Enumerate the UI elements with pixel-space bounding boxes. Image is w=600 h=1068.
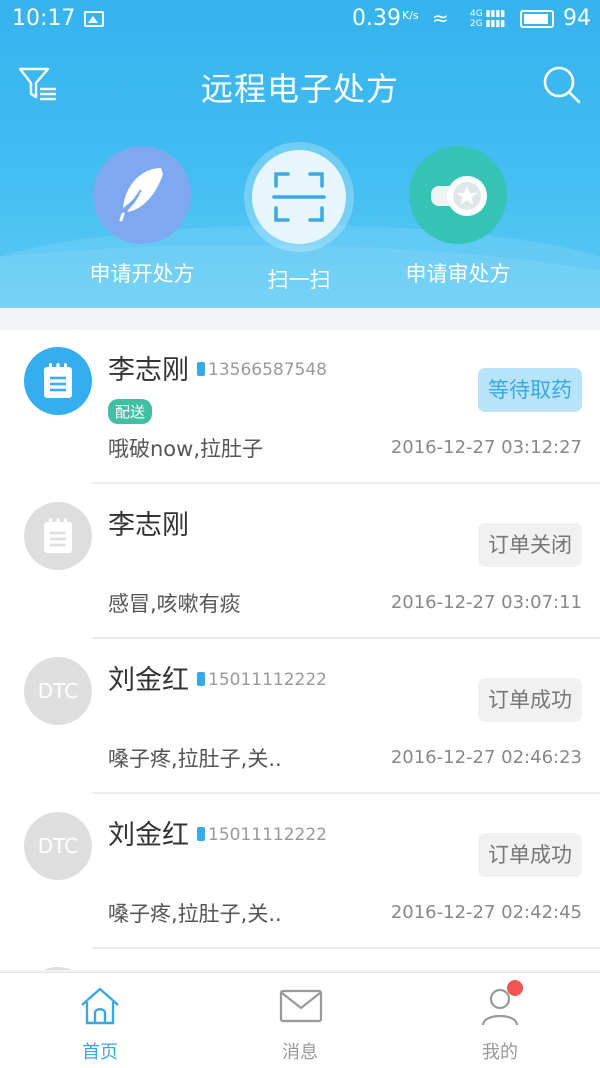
order-status-button[interactable]: 订单成功 — [478, 678, 582, 722]
patient-phone: 13566587548 — [197, 360, 327, 380]
order-time: 2016-12-27 03:12:27 — [390, 437, 582, 458]
patient-name: 李志刚 — [108, 510, 189, 541]
patient-name: 刘金红 — [108, 665, 189, 696]
tab-messages[interactable]: 消息 — [200, 973, 400, 1068]
avatar — [24, 502, 92, 570]
avatar — [24, 347, 92, 415]
order-status-button[interactable]: 等待取药 — [478, 368, 582, 412]
battery-icon — [520, 10, 554, 28]
phone-icon — [197, 362, 205, 376]
avatar — [24, 967, 92, 970]
network-speed: 0.39 — [352, 6, 401, 31]
avatar: DTC — [24, 812, 92, 880]
scan-label: 扫一扫 — [267, 268, 331, 292]
signal-icon: 4G ▮▮▮▮ 2G ▮▮▮▮ — [470, 9, 506, 29]
list-item[interactable]: DTC 刘金红 15011112222 订单成功 嗓子疼,拉肚子,关.. 201… — [0, 795, 600, 949]
phone-number: 13566587548 — [208, 360, 327, 380]
tab-home-label: 首页 — [82, 1042, 118, 1063]
phone-number: 15011112222 — [208, 670, 327, 690]
divider — [92, 792, 600, 794]
wifi-icon: ≈ — [432, 6, 449, 30]
divider — [92, 947, 600, 949]
scan-ring — [244, 142, 354, 252]
mail-icon — [279, 989, 323, 1023]
order-status-button[interactable]: 订单成功 — [478, 833, 582, 877]
home-icon — [81, 987, 119, 1025]
page-title: 远程电子处方 — [200, 70, 399, 108]
phone-icon — [197, 827, 205, 841]
order-time: 2016-12-27 02:42:45 — [390, 902, 582, 923]
apply-prescription-label: 申请开处方 — [89, 262, 195, 286]
search-icon[interactable] — [542, 65, 582, 105]
gallery-notification-icon — [84, 11, 104, 27]
patient-name: 李志刚 — [108, 355, 189, 386]
symptom-text: 嗓子疼,拉肚子,关.. — [108, 747, 282, 771]
avatar-text: DTC — [37, 834, 79, 858]
notepad-icon — [44, 363, 72, 398]
order-status-button[interactable]: 订单关闭 — [478, 523, 582, 567]
phone-number: 15011112222 — [208, 825, 327, 845]
list-item[interactable] — [0, 950, 600, 970]
patient-phone: 15011112222 — [197, 670, 327, 690]
patient-phone: 15011112222 — [197, 825, 327, 845]
tab-home[interactable]: 首页 — [0, 973, 200, 1068]
status-time: 10:17 — [12, 6, 76, 31]
apply-review-label: 申请审处方 — [405, 262, 511, 286]
notification-badge — [507, 980, 523, 996]
battery-percent: 94 — [563, 6, 591, 31]
order-list: 李志刚 13566587548 配送 等待取药 哦破now,拉肚子 2016-1… — [0, 330, 600, 970]
feather-icon — [93, 146, 191, 244]
symptom-text: 感冒,咳嗽有痰 — [108, 592, 241, 616]
phone-icon — [197, 672, 205, 686]
order-time: 2016-12-27 03:07:11 — [390, 592, 582, 613]
divider — [92, 637, 600, 639]
seal-stamp-icon — [409, 146, 507, 244]
scan-icon — [252, 150, 346, 244]
delivery-tag: 配送 — [108, 399, 153, 424]
battery-fill — [524, 14, 548, 24]
symptom-text: 嗓子疼,拉肚子,关.. — [108, 902, 282, 926]
notepad-icon — [44, 518, 72, 553]
status-bar: 10:17 0.39 K/s ≈ 4G ▮▮▮▮ 2G ▮▮▮▮ 94 — [0, 0, 600, 40]
avatar-text: DTC — [37, 679, 79, 703]
list-item[interactable]: 李志刚 订单关闭 感冒,咳嗽有痰 2016-12-27 03:07:11 — [0, 485, 600, 639]
scan-button[interactable]: 扫一扫 — [219, 142, 379, 294]
header: 10:17 0.39 K/s ≈ 4G ▮▮▮▮ 2G ▮▮▮▮ 94 远程电子… — [0, 0, 600, 308]
patient-name: 刘金红 — [108, 820, 189, 851]
list-item[interactable]: 李志刚 13566587548 配送 等待取药 哦破now,拉肚子 2016-1… — [0, 330, 600, 484]
signal-2g-label: 2G — [470, 19, 483, 29]
list-item[interactable]: DTC 刘金红 15011112222 订单成功 嗓子疼,拉肚子,关.. 201… — [0, 640, 600, 794]
avatar: DTC — [24, 657, 92, 725]
tab-mine-label: 我的 — [482, 1042, 518, 1063]
apply-review-button[interactable]: 申请审处方 — [378, 146, 538, 288]
network-speed-unit: K/s — [402, 9, 419, 22]
order-time: 2016-12-27 02:46:23 — [390, 747, 582, 768]
tab-messages-label: 消息 — [282, 1042, 318, 1063]
symptom-text: 哦破now,拉肚子 — [108, 437, 264, 461]
apply-prescription-button[interactable]: 申请开处方 — [62, 146, 222, 288]
signal-4g-label: 4G — [470, 9, 483, 19]
divider — [92, 482, 600, 484]
tab-mine[interactable]: 我的 — [400, 973, 600, 1068]
